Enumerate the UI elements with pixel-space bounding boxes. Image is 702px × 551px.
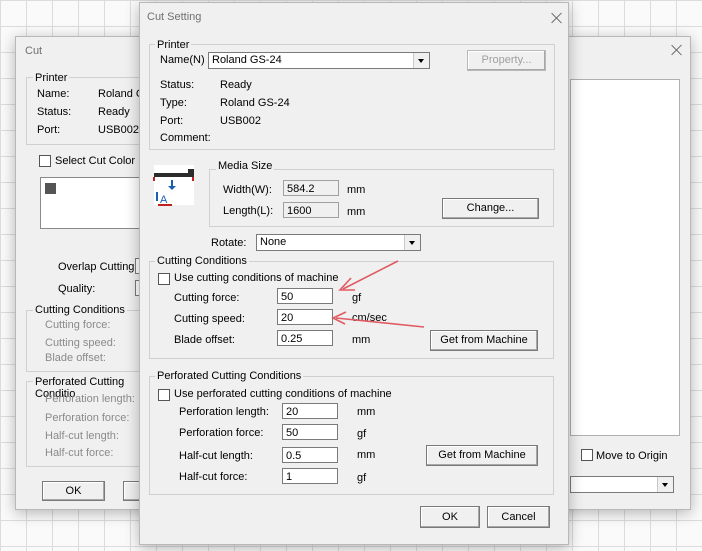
move-to-origin-label: Move to Origin [596,450,668,462]
cutting-force-field[interactable]: 50 [277,288,333,304]
cut-window-close-icon[interactable] [670,43,684,57]
perforated-conditions-label: Perforated Cutting Conditions [155,370,304,382]
printer-status-label: Status: [160,79,195,91]
cut-ok-button[interactable]: OK [42,481,105,501]
quality-label: Quality: [58,283,96,295]
cut-status-value: Ready [98,106,130,118]
printer-type-value: Roland GS-24 [220,97,290,109]
cut-cutting-conditions-label: Cutting Conditions [33,304,127,316]
halfcut-length-unit: mm [357,449,376,461]
media-length-label: Length(L): [223,205,274,217]
chevron-down-icon[interactable] [404,235,420,250]
overlap-cutting-label: Overlap Cutting: [58,261,138,273]
cut-printer-group-label: Printer [33,72,70,84]
halfcut-force-unit: gf [357,472,367,484]
media-length-unit: mm [347,206,366,218]
media-size-group-label: Media Size [216,160,275,172]
rotate-label: Rotate: [211,237,247,249]
move-to-origin-checkbox[interactable] [581,449,593,461]
property-button[interactable]: Property... [467,50,546,71]
media-width-unit: mm [347,184,366,196]
chevron-down-icon[interactable] [413,53,429,68]
cut-perforation-force-label: Perforation force: [45,412,130,424]
rotate-value: None [260,236,287,248]
cut-status-label: Status: [37,106,72,118]
printer-name-value: Roland GS-24 [212,54,282,66]
dialog-close-icon[interactable] [550,11,564,25]
halfcut-force-field[interactable]: 1 [282,468,338,484]
select-cut-color-label: Select Cut Color [55,155,136,167]
perforation-force-field[interactable]: 50 [282,424,338,440]
printer-status-value: Ready [220,79,252,91]
blade-offset-label: Blade offset: [174,334,235,346]
printer-name-select[interactable]: Roland GS-24 [208,52,430,69]
cut-bottom-combo[interactable] [570,476,674,493]
cut-color-list[interactable] [40,177,142,229]
media-feed-icon: A [152,163,198,209]
perforation-length-label: Perforation length: [179,406,269,418]
use-machine-cutting-checkbox[interactable] [158,273,170,285]
cut-cutting-force-label: Cutting force: [45,319,111,331]
dialog-cancel-button[interactable]: Cancel [487,506,550,528]
cutting-force-unit: gf [352,292,362,304]
blade-offset-unit: mm [352,334,371,346]
cutting-speed-unit: cm/sec [352,312,387,324]
cut-halfcut-length-label: Half-cut length: [45,430,119,442]
cutting-force-label: Cutting force: [174,292,240,304]
chevron-down-icon[interactable] [657,477,673,492]
printer-port-value: USB002 [220,115,261,127]
perforation-length-unit: mm [357,406,376,418]
printer-group-label: Printer [155,39,192,51]
media-width-label: Width(W): [223,184,272,196]
color-swatch [45,183,56,194]
halfcut-force-label: Half-cut force: [179,471,248,483]
halfcut-length-label: Half-cut length: [179,450,253,462]
cut-perforation-length-label: Perforation length: [45,393,135,405]
printer-type-label: Type: [160,97,187,109]
cut-halfcut-force-label: Half-cut force: [45,447,114,459]
get-cutting-from-machine-button[interactable]: Get from Machine [430,330,538,351]
cut-port-label: Port: [37,124,61,136]
perforation-force-label: Perforation force: [179,427,264,439]
printer-comment-label: Comment: [160,132,211,144]
media-width-field: 584.2 [283,180,339,196]
cut-name-label: Name: [37,88,70,100]
use-machine-perforated-checkbox[interactable] [158,389,170,401]
printer-name-label: Name(N) [160,54,205,66]
use-machine-perforated-label: Use perforated cutting conditions of mac… [174,388,392,400]
blade-offset-field[interactable]: 0.25 [277,330,333,346]
perforation-length-field[interactable]: 20 [282,403,338,419]
printer-port-label: Port: [160,115,184,127]
cutting-speed-field[interactable]: 20 [277,309,333,325]
cut-cutting-speed-label: Cutting speed: [45,337,116,349]
media-length-field: 1600 [283,202,339,218]
cutting-speed-label: Cutting speed: [174,313,245,325]
change-media-button[interactable]: Change... [442,198,539,219]
cut-preview-area [570,79,680,436]
halfcut-length-field[interactable]: 0.5 [282,447,338,463]
dialog-ok-button[interactable]: OK [420,506,480,528]
cutting-conditions-label: Cutting Conditions [155,255,249,267]
cut-port-value: USB002 [98,124,139,136]
cut-blade-offset-label: Blade offset: [45,352,106,364]
rotate-select[interactable]: None [256,234,421,251]
perforation-force-unit: gf [357,428,367,440]
cut-window-title: Cut [25,45,43,57]
dialog-title: Cut Setting [147,11,202,23]
get-perforated-from-machine-button[interactable]: Get from Machine [426,445,538,466]
use-machine-cutting-label: Use cutting conditions of machine [174,272,339,284]
cut-setting-dialog: Cut Setting Printer Name(N) Roland GS-24… [139,2,569,545]
select-cut-color-checkbox[interactable] [39,155,51,167]
